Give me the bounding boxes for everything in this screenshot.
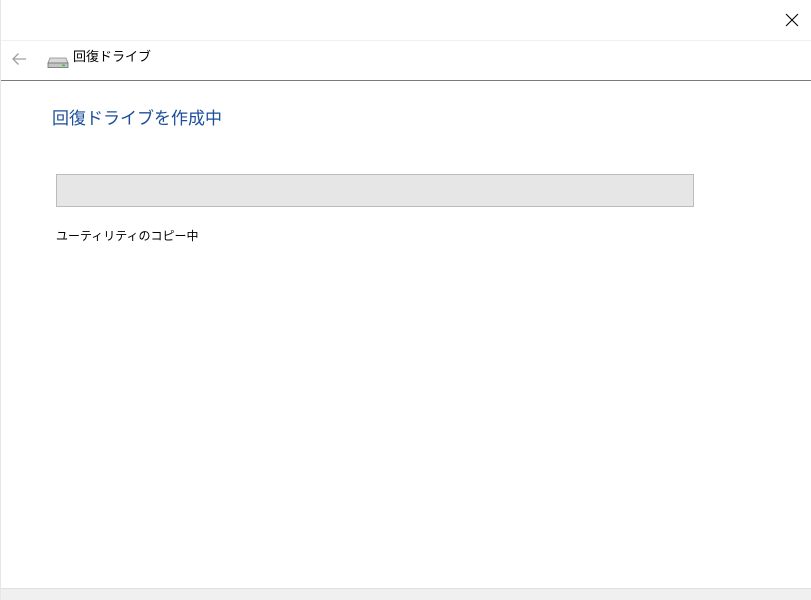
back-arrow-icon bbox=[12, 53, 26, 65]
progress-bar bbox=[56, 174, 694, 207]
recovery-drive-window: 回復ドライブ 回復ドライブを作成中 ユーティリティのコピー中 bbox=[0, 0, 811, 600]
page-heading: 回復ドライブを作成中 bbox=[52, 109, 222, 129]
footer-bar bbox=[1, 588, 811, 600]
back-button[interactable] bbox=[7, 49, 31, 69]
status-text: ユーティリティのコピー中 bbox=[56, 229, 199, 243]
title-bar bbox=[1, 0, 811, 41]
close-button[interactable] bbox=[772, 0, 811, 40]
navigation-bar: 回復ドライブ bbox=[1, 40, 811, 81]
nav-title: 回復ドライブ bbox=[73, 50, 152, 65]
drive-icon bbox=[47, 57, 69, 68]
close-icon bbox=[785, 13, 799, 27]
